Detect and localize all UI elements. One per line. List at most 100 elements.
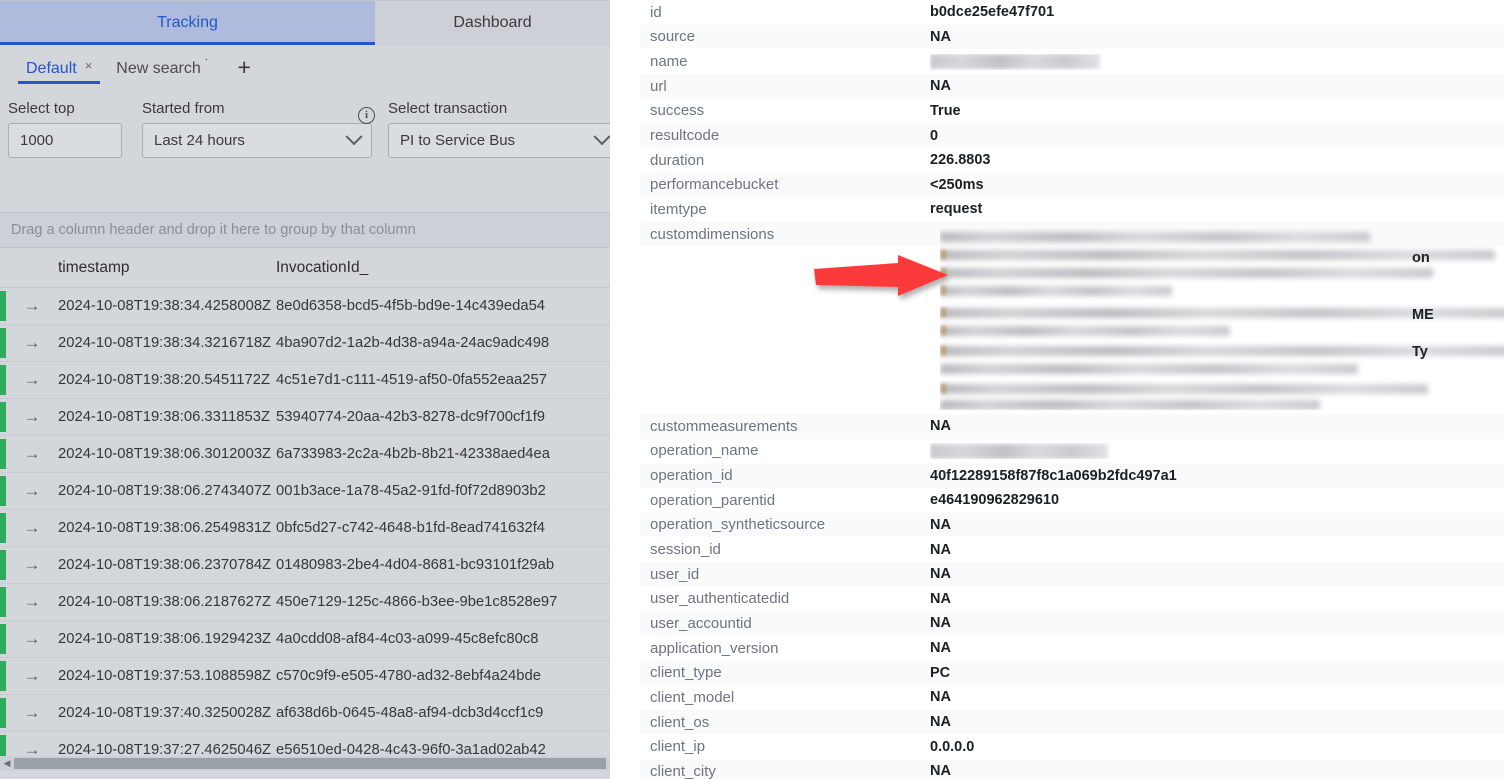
detail-value: NA	[930, 640, 951, 657]
table-row[interactable]: → 2024-10-08T19:38:06.3012003Z 6a733983-2c…	[0, 436, 610, 473]
expand-row-icon[interactable]: →	[6, 333, 58, 353]
chevron-down-icon	[593, 127, 610, 145]
table-row[interactable]: → 2024-10-08T19:38:34.4258008Z 8e0d6358-bc…	[0, 288, 610, 325]
group-by-dropzone[interactable]: Drag a column header and drop it here to…	[0, 212, 610, 248]
select-transaction-field: Select transaction PI to Service Bus	[388, 100, 610, 158]
column-header-timestamp[interactable]: timestamp	[58, 259, 276, 277]
tab-tracking-label: Tracking	[157, 14, 218, 31]
tab-dashboard[interactable]: Dashboard	[375, 1, 610, 45]
cell-timestamp: 2024-10-08T19:38:20.5451172Z	[58, 372, 270, 388]
table-row[interactable]: → 2024-10-08T19:37:53.1088598Z c570c9f9-e5…	[0, 658, 610, 695]
detail-row: user_authenticatedid NA	[640, 586, 1504, 611]
table-row[interactable]: → 2024-10-08T19:38:06.2187627Z 450e7129-12…	[0, 584, 610, 621]
table-row[interactable]: → 2024-10-08T19:37:27.4625046Z e56510ed-04…	[0, 732, 610, 756]
table-row[interactable]: → 2024-10-08T19:38:06.1929423Z 4a0cdd08-af…	[0, 621, 610, 658]
group-by-hint: Drag a column header and drop it here to…	[11, 222, 416, 238]
detail-row: performancebucket <250ms	[640, 172, 1504, 198]
detail-key: operation_parentid	[650, 491, 776, 509]
started-from-value: Last 24 hours	[154, 132, 245, 149]
detail-row: custommeasurements NA	[640, 414, 1504, 439]
detail-row: url NA	[640, 73, 1504, 99]
detail-key: custommeasurements	[650, 417, 798, 435]
detail-key: application_version	[650, 639, 779, 657]
expand-row-icon[interactable]: →	[6, 740, 58, 756]
detail-value: 0.0.0.0	[930, 738, 975, 755]
cell-invocationid: e56510ed-0428-4c43-96f0-3a1ad02ab42	[276, 742, 546, 756]
detail-value: <250ms	[930, 176, 984, 193]
scroll-left-icon[interactable]: ◀	[0, 758, 14, 769]
results-grid: timestamp InvocationId_ → 2024-10-08T19:3…	[0, 248, 610, 756]
expand-row-icon[interactable]: →	[6, 518, 58, 538]
expand-row-icon[interactable]: →	[6, 629, 58, 649]
detail-row: user_id NA	[640, 561, 1504, 587]
detail-value: NA	[930, 516, 951, 533]
table-row[interactable]: → 2024-10-08T19:38:06.3311853Z 53940774-20…	[0, 399, 610, 436]
cell-timestamp: 2024-10-08T19:38:34.3216718Z	[58, 335, 272, 351]
horizontal-scrollbar[interactable]: ◀	[0, 756, 610, 771]
close-icon[interactable]: ×	[85, 59, 93, 72]
cell-timestamp: 2024-10-08T19:38:06.2187627Z	[58, 594, 272, 610]
scrollbar-thumb[interactable]	[14, 758, 606, 769]
detail-row: operation_syntheticsource NA	[640, 512, 1504, 538]
expand-row-icon[interactable]: →	[6, 370, 58, 390]
detail-value: NA	[930, 566, 951, 583]
cell-invocationid: 01480983-2be4-4d04-8681-bc93101f29ab	[276, 557, 555, 573]
cell-invocationid: 8e0d6358-bcd5-4f5b-bd9e-14c439eda54	[276, 298, 546, 314]
cell-invocationid: 6a733983-2c2a-4b2b-8b21-42338aed4ea	[276, 446, 550, 462]
search-tab-default[interactable]: Default ×	[14, 45, 104, 93]
column-header-invocationid[interactable]: InvocationId_	[276, 259, 610, 277]
add-tab-button[interactable]: +	[225, 55, 262, 79]
cell-timestamp: 2024-10-08T19:38:06.1929423Z	[58, 631, 272, 647]
cell-invocationid: 4a0cdd08-af84-4c03-a099-45c8efc80c8	[276, 631, 539, 647]
grid-header-row: timestamp InvocationId_	[0, 248, 610, 288]
detail-row: client_ip 0.0.0.0	[640, 734, 1504, 759]
detail-value: NA	[930, 418, 951, 435]
unsaved-dot-icon: ˙	[204, 56, 210, 72]
filter-toolbar: Select top 1000 Started from Last 24 hou…	[0, 93, 610, 180]
detail-row: itemtype request	[640, 197, 1504, 222]
cell-invocationid: 0bfc5d27-c742-4648-b1fd-8ead741632f4	[276, 520, 546, 536]
expand-row-icon[interactable]: →	[6, 296, 58, 316]
detail-key: resultcode	[650, 127, 720, 145]
detail-key: operation_id	[650, 467, 733, 485]
info-icon[interactable]: i	[358, 107, 375, 124]
chevron-down-icon	[345, 127, 363, 145]
detail-row: operation_parentid e464190962829610	[640, 488, 1504, 513]
expand-row-icon[interactable]: →	[6, 666, 58, 686]
select-top-input[interactable]: 1000	[8, 123, 122, 158]
cell-timestamp: 2024-10-08T19:37:40.3250028Z	[58, 705, 272, 721]
cell-timestamp: 2024-10-08T19:38:06.3012003Z	[58, 446, 272, 462]
expand-row-icon[interactable]: →	[6, 555, 58, 575]
detail-row: id b0dce25efe47f701	[640, 0, 1504, 25]
cell-timestamp: 2024-10-08T19:38:06.2549831Z	[58, 520, 272, 536]
table-row[interactable]: → 2024-10-08T19:37:40.3250028Z af638d6b-06…	[0, 695, 610, 732]
detail-row: user_accountid NA	[640, 611, 1504, 636]
select-transaction-label: Select transaction	[388, 100, 508, 117]
detail-value: NA	[930, 28, 951, 45]
customdimensions-text-fragment: Ty	[1412, 344, 1428, 360]
table-row[interactable]: → 2024-10-08T19:38:34.3216718Z 4ba907d2-1a…	[0, 325, 610, 362]
expand-row-icon[interactable]: →	[6, 592, 58, 612]
search-tab-default-label: Default	[26, 60, 77, 77]
tracking-pane: Tracking Dashboard Default × New search …	[0, 0, 610, 779]
tab-tracking[interactable]: Tracking	[0, 1, 375, 45]
started-from-select[interactable]: Last 24 hours	[142, 123, 372, 158]
detail-key: itemtype	[650, 200, 707, 218]
detail-key: session_id	[650, 541, 721, 559]
expand-row-icon[interactable]: →	[6, 481, 58, 501]
table-row[interactable]: → 2024-10-08T19:38:06.2370784Z 01480983-2b…	[0, 547, 610, 584]
expand-row-icon[interactable]: →	[6, 407, 58, 427]
table-row[interactable]: → 2024-10-08T19:38:20.5451172Z 4c51e7d1-c1…	[0, 362, 610, 399]
expand-row-icon[interactable]: →	[6, 444, 58, 464]
table-row[interactable]: → 2024-10-08T19:38:06.2549831Z 0bfc5d27-c7…	[0, 510, 610, 547]
cell-timestamp: 2024-10-08T19:37:53.1088598Z	[58, 668, 272, 684]
search-tab-new-search[interactable]: New search ˙	[104, 45, 225, 93]
expand-row-icon[interactable]: →	[6, 703, 58, 723]
table-row[interactable]: → 2024-10-08T19:38:06.2743407Z 001b3ace-1a…	[0, 473, 610, 510]
started-from-label: Started from	[142, 100, 225, 117]
detail-key: customdimensions	[650, 225, 775, 243]
select-transaction-select[interactable]: PI to Service Bus	[388, 123, 610, 158]
detail-value: NA	[930, 714, 951, 730]
detail-key: operation_syntheticsource	[650, 516, 826, 534]
detail-row: operation_id 40f12289158f87f8c1a069b2fdc4…	[640, 463, 1504, 488]
